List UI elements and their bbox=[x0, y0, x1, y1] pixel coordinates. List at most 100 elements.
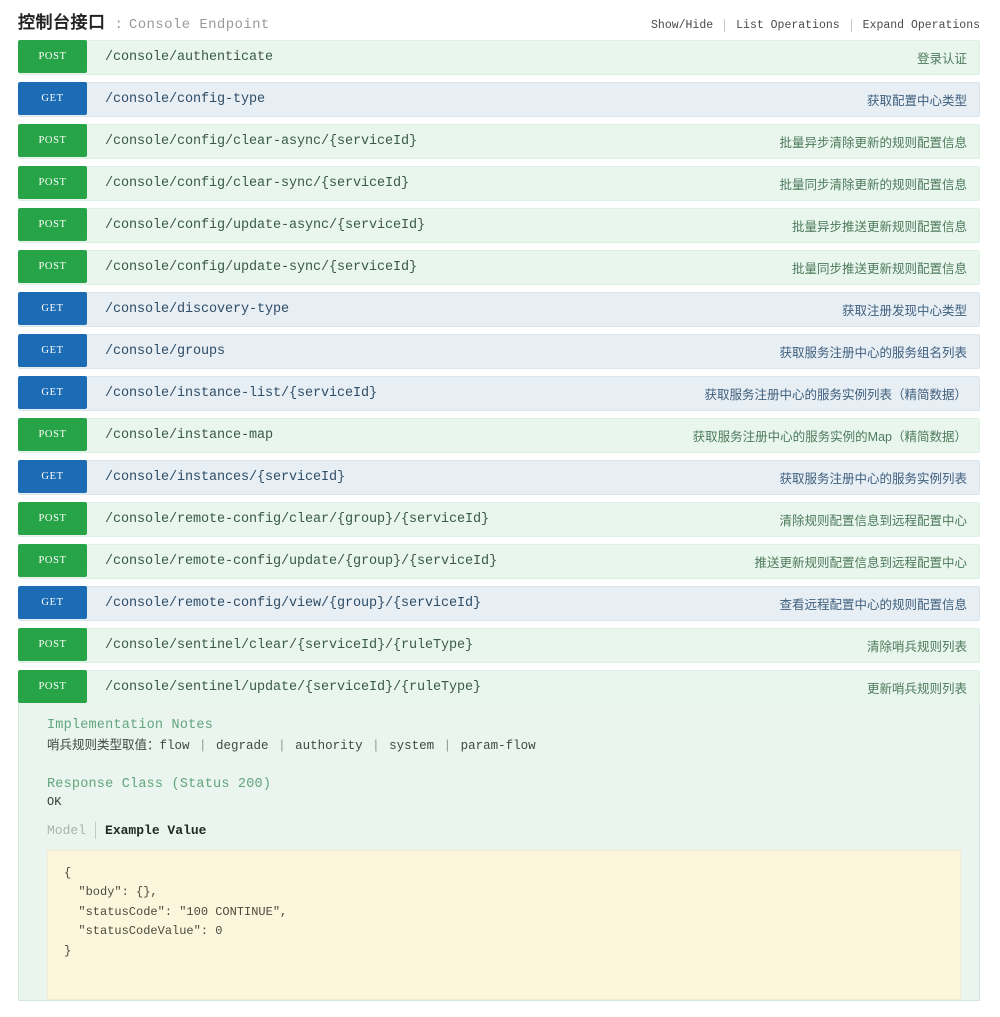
method-badge-post: POST bbox=[18, 208, 87, 241]
method-badge-get: GET bbox=[18, 586, 87, 619]
operation: POST/console/config/clear-sync/{serviceI… bbox=[18, 166, 980, 201]
operation-row[interactable]: POST/console/config/clear-sync/{serviceI… bbox=[18, 166, 980, 201]
operation-description: 获取服务注册中心的服务组名列表 bbox=[779, 346, 967, 360]
operation-description: 批量异步清除更新的规则配置信息 bbox=[779, 136, 967, 150]
operation-description: 获取服务注册中心的服务实例的Map（精简数据） bbox=[692, 430, 967, 444]
operation-description: 登录认证 bbox=[916, 52, 967, 66]
operation-path[interactable]: /console/config/update-async/{serviceId} bbox=[87, 209, 425, 242]
method-badge-post: POST bbox=[18, 250, 87, 283]
operation-path[interactable]: /console/config/clear-sync/{serviceId} bbox=[87, 167, 409, 200]
operation-detail-panel: Implementation Notes 哨兵规则类型取值：flow | degr… bbox=[18, 704, 980, 1001]
operation-row[interactable]: POST/console/sentinel/clear/{serviceId}/… bbox=[18, 628, 980, 663]
method-badge-post: POST bbox=[18, 544, 87, 577]
resource-title-en: Console Endpoint bbox=[128, 17, 270, 33]
operation-description: 获取服务注册中心的服务实例列表 bbox=[779, 472, 967, 486]
method-badge-post: POST bbox=[18, 40, 87, 73]
operation-path[interactable]: /console/config-type bbox=[87, 83, 265, 116]
operation: POST/console/config/update-sync/{service… bbox=[18, 250, 980, 285]
method-badge-post: POST bbox=[18, 670, 87, 703]
method-badge-post: POST bbox=[18, 502, 87, 535]
method-badge-get: GET bbox=[18, 334, 87, 367]
operation-description: 获取服务注册中心的服务实例列表（精简数据） bbox=[704, 388, 967, 402]
operation: POST/console/instance-map 获取服务注册中心的服务实例的M… bbox=[18, 418, 980, 453]
operation: POST/console/remote-config/clear/{group}… bbox=[18, 502, 980, 537]
operation: POST/console/sentinel/update/{serviceId}… bbox=[18, 670, 980, 1001]
model-example-tabs: Model Example Value bbox=[47, 821, 961, 839]
operation: GET/console/instances/{serviceId} 获取服务注册中… bbox=[18, 460, 980, 495]
resource-header: 控制台接口 : Console Endpoint Show/Hide List … bbox=[0, 0, 1000, 40]
operation-path[interactable]: /console/groups bbox=[87, 335, 225, 368]
operation: POST/console/config/update-async/{servic… bbox=[18, 208, 980, 243]
operation-path[interactable]: /console/remote-config/clear/{group}/{se… bbox=[87, 503, 489, 536]
method-badge-get: GET bbox=[18, 460, 87, 493]
operation: GET/console/instance-list/{serviceId} 获取服… bbox=[18, 376, 980, 411]
operation-row[interactable]: POST/console/config/clear-async/{service… bbox=[18, 124, 980, 159]
operation-description: 查看远程配置中心的规则配置信息 bbox=[779, 598, 967, 612]
operation-path[interactable]: /console/config/update-sync/{serviceId} bbox=[87, 251, 417, 284]
operation-description: 批量异步推送更新规则配置信息 bbox=[791, 220, 967, 234]
method-badge-post: POST bbox=[18, 124, 87, 157]
method-badge-post: POST bbox=[18, 418, 87, 451]
operation-row[interactable]: POST/console/config/update-sync/{service… bbox=[18, 250, 980, 285]
response-class-heading: Response Class (Status 200) bbox=[47, 776, 272, 792]
method-badge-get: GET bbox=[18, 376, 87, 409]
method-badge-get: GET bbox=[18, 292, 87, 325]
resource-title-cn: 控制台接口 bbox=[18, 13, 106, 32]
operation-path[interactable]: /console/sentinel/clear/{serviceId}/{rul… bbox=[87, 629, 473, 662]
operation-row[interactable]: GET/console/discovery-type 获取注册发现中心类型 bbox=[18, 292, 980, 327]
implementation-notes-heading: Implementation Notes bbox=[47, 718, 214, 733]
operation-description: 清除哨兵规则列表 bbox=[866, 640, 967, 654]
operation-path[interactable]: /console/instance-map bbox=[87, 419, 273, 452]
rule-types-value: flow | degrade | authority | system | pa… bbox=[159, 739, 536, 753]
resource-options: Show/Hide List Operations Expand Operati… bbox=[651, 19, 980, 32]
operation-row[interactable]: GET/console/groups 获取服务注册中心的服务组名列表 bbox=[18, 334, 980, 369]
operation-row[interactable]: POST/console/authenticate 登录认证 bbox=[18, 40, 980, 75]
operation-description: 清除规则配置信息到远程配置中心 bbox=[779, 514, 967, 528]
operations-list: POST/console/authenticate 登录认证 GET/console… bbox=[0, 40, 1000, 1001]
operation-description: 获取注册发现中心类型 bbox=[841, 304, 967, 318]
operation: POST/console/remote-config/update/{group… bbox=[18, 544, 980, 579]
title-separator: : bbox=[114, 17, 123, 33]
expand-operations-link[interactable]: Expand Operations bbox=[852, 19, 980, 32]
operation-row[interactable]: POST/console/remote-config/clear/{group}… bbox=[18, 502, 980, 537]
operation: POST/console/sentinel/clear/{serviceId}/… bbox=[18, 628, 980, 663]
operation-path[interactable]: /console/remote-config/update/{group}/{s… bbox=[87, 545, 497, 578]
operation-row[interactable]: POST/console/config/update-async/{servic… bbox=[18, 208, 980, 243]
list-operations-link[interactable]: List Operations bbox=[725, 19, 851, 32]
implementation-notes-text: 哨兵规则类型取值：flow | degrade | authority | sy… bbox=[47, 736, 961, 756]
tab-example-value[interactable]: Example Value bbox=[96, 823, 206, 838]
operation: POST/console/authenticate 登录认证 bbox=[18, 40, 980, 75]
detail-inner: Implementation Notes 哨兵规则类型取值：flow | degr… bbox=[19, 718, 979, 839]
operation-description: 更新哨兵规则列表 bbox=[866, 682, 967, 696]
operation-path[interactable]: /console/instance-list/{serviceId} bbox=[87, 377, 377, 410]
operation-row[interactable]: POST/console/remote-config/update/{group… bbox=[18, 544, 980, 579]
operation-description: 获取配置中心类型 bbox=[866, 94, 967, 108]
tab-model[interactable]: Model bbox=[47, 823, 95, 838]
operation-path[interactable]: /console/sentinel/update/{serviceId}/{ru… bbox=[87, 671, 481, 704]
operation-row[interactable]: GET/console/config-type 获取配置中心类型 bbox=[18, 82, 980, 117]
operation-path[interactable]: /console/remote-config/view/{group}/{ser… bbox=[87, 587, 481, 620]
response-ok-text: OK bbox=[47, 794, 62, 809]
operation: GET/console/discovery-type 获取注册发现中心类型 bbox=[18, 292, 980, 327]
operation-row[interactable]: GET/console/remote-config/view/{group}/{… bbox=[18, 586, 980, 621]
operation-description: 推送更新规则配置信息到远程配置中心 bbox=[754, 556, 967, 570]
show-hide-link[interactable]: Show/Hide bbox=[651, 19, 724, 32]
operation-path[interactable]: /console/authenticate bbox=[87, 41, 273, 74]
operation-path[interactable]: /console/discovery-type bbox=[87, 293, 289, 326]
operation-path[interactable]: /console/instances/{serviceId} bbox=[87, 461, 345, 494]
operation-row[interactable]: GET/console/instance-list/{serviceId} 获取服… bbox=[18, 376, 980, 411]
operation-path[interactable]: /console/config/clear-async/{serviceId} bbox=[87, 125, 417, 158]
example-value-json: { "body": {}, "statusCode": "100 CONTINU… bbox=[64, 865, 288, 958]
method-badge-post: POST bbox=[18, 166, 87, 199]
operation-row[interactable]: POST/console/instance-map 获取服务注册中心的服务实例的M… bbox=[18, 418, 980, 453]
operation: POST/console/config/clear-async/{service… bbox=[18, 124, 980, 159]
operation-row[interactable]: POST/console/sentinel/update/{serviceId}… bbox=[18, 670, 980, 705]
operation: GET/console/config-type 获取配置中心类型 bbox=[18, 82, 980, 117]
operation-description: 批量同步清除更新的规则配置信息 bbox=[779, 178, 967, 192]
method-badge-get: GET bbox=[18, 82, 87, 115]
operation-description: 批量同步推送更新规则配置信息 bbox=[791, 262, 967, 276]
operation: GET/console/remote-config/view/{group}/{… bbox=[18, 586, 980, 621]
operation-row[interactable]: GET/console/instances/{serviceId} 获取服务注册中… bbox=[18, 460, 980, 495]
